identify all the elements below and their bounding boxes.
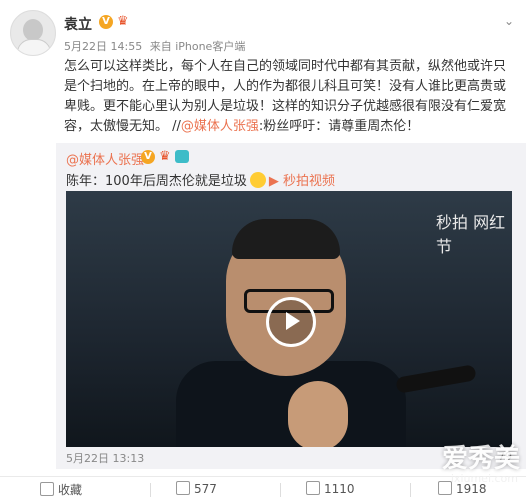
mention-link[interactable]: @媒体人张强 — [181, 119, 259, 134]
avatar-body — [17, 39, 51, 55]
person-hand — [288, 381, 348, 447]
repost-button[interactable]: 577 — [176, 481, 217, 496]
video-link-label: 秒拍视频 — [282, 174, 335, 189]
repost-text: 陈年：100年后周杰伦就是垃圾 ▶ 秒拍视频 — [66, 170, 335, 189]
action-bar: 收藏 577 1110 1918 — [0, 476, 526, 504]
play-icon[interactable] — [266, 297, 316, 347]
microphone — [395, 364, 477, 394]
star-icon — [40, 482, 54, 496]
crown-icon: ♛ — [117, 14, 129, 29]
post-meta: 5月22日 14:55 来自 iPhone客户端 — [64, 38, 249, 54]
avatar-face — [23, 19, 43, 41]
repost-card: @媒体人张强 V ♛ 陈年：100年后周杰伦就是垃圾 ▶ 秒拍视频 秒拍 网红节 … — [56, 143, 526, 469]
repost-count: 577 — [194, 482, 217, 496]
verified-icon: V — [141, 150, 155, 164]
chevron-down-icon[interactable]: ⌄ — [504, 14, 514, 28]
repost-time[interactable]: 5月22日 13:13 — [66, 450, 144, 466]
comment-icon — [306, 481, 320, 495]
divider — [150, 483, 151, 497]
crown-icon: ♛ — [159, 149, 171, 164]
avatar[interactable] — [10, 10, 56, 56]
video-watermark: 秒拍 网红节 — [436, 213, 506, 256]
camera-icon — [175, 150, 189, 163]
author-name[interactable]: 袁立 — [64, 14, 92, 34]
comment-button[interactable]: 1110 — [306, 481, 355, 496]
site-watermark: 爱秀美 — [441, 444, 520, 474]
comment-count: 1110 — [324, 482, 355, 496]
post-body-tail: :粉丝呼吁：请尊重周杰伦！ — [258, 119, 420, 134]
repost-text-body: 陈年：100年后周杰伦就是垃圾 — [66, 174, 247, 189]
post-source: 来自 iPhone客户端 — [149, 40, 246, 53]
divider — [280, 483, 281, 497]
repost-author[interactable]: @媒体人张强 — [66, 149, 144, 168]
collect-button[interactable]: 收藏 — [40, 481, 82, 498]
person-hair — [232, 219, 340, 259]
post-date[interactable]: 5月22日 14:55 — [64, 40, 142, 53]
repost-icon — [176, 481, 190, 495]
collect-label: 收藏 — [58, 483, 83, 497]
laugh-emoji-icon — [249, 172, 266, 188]
verified-icon: V — [99, 15, 113, 29]
video-player[interactable]: 秒拍 网红节 — [66, 191, 512, 447]
video-link[interactable]: ▶ 秒拍视频 — [269, 174, 335, 189]
site-url: ixiumei.com — [450, 472, 518, 485]
post-content: 怎么可以这样类比，每个人在自己的领域同时代中都有其贡献，纵然他或许只是个扫地的。… — [64, 57, 516, 137]
divider — [410, 483, 411, 497]
